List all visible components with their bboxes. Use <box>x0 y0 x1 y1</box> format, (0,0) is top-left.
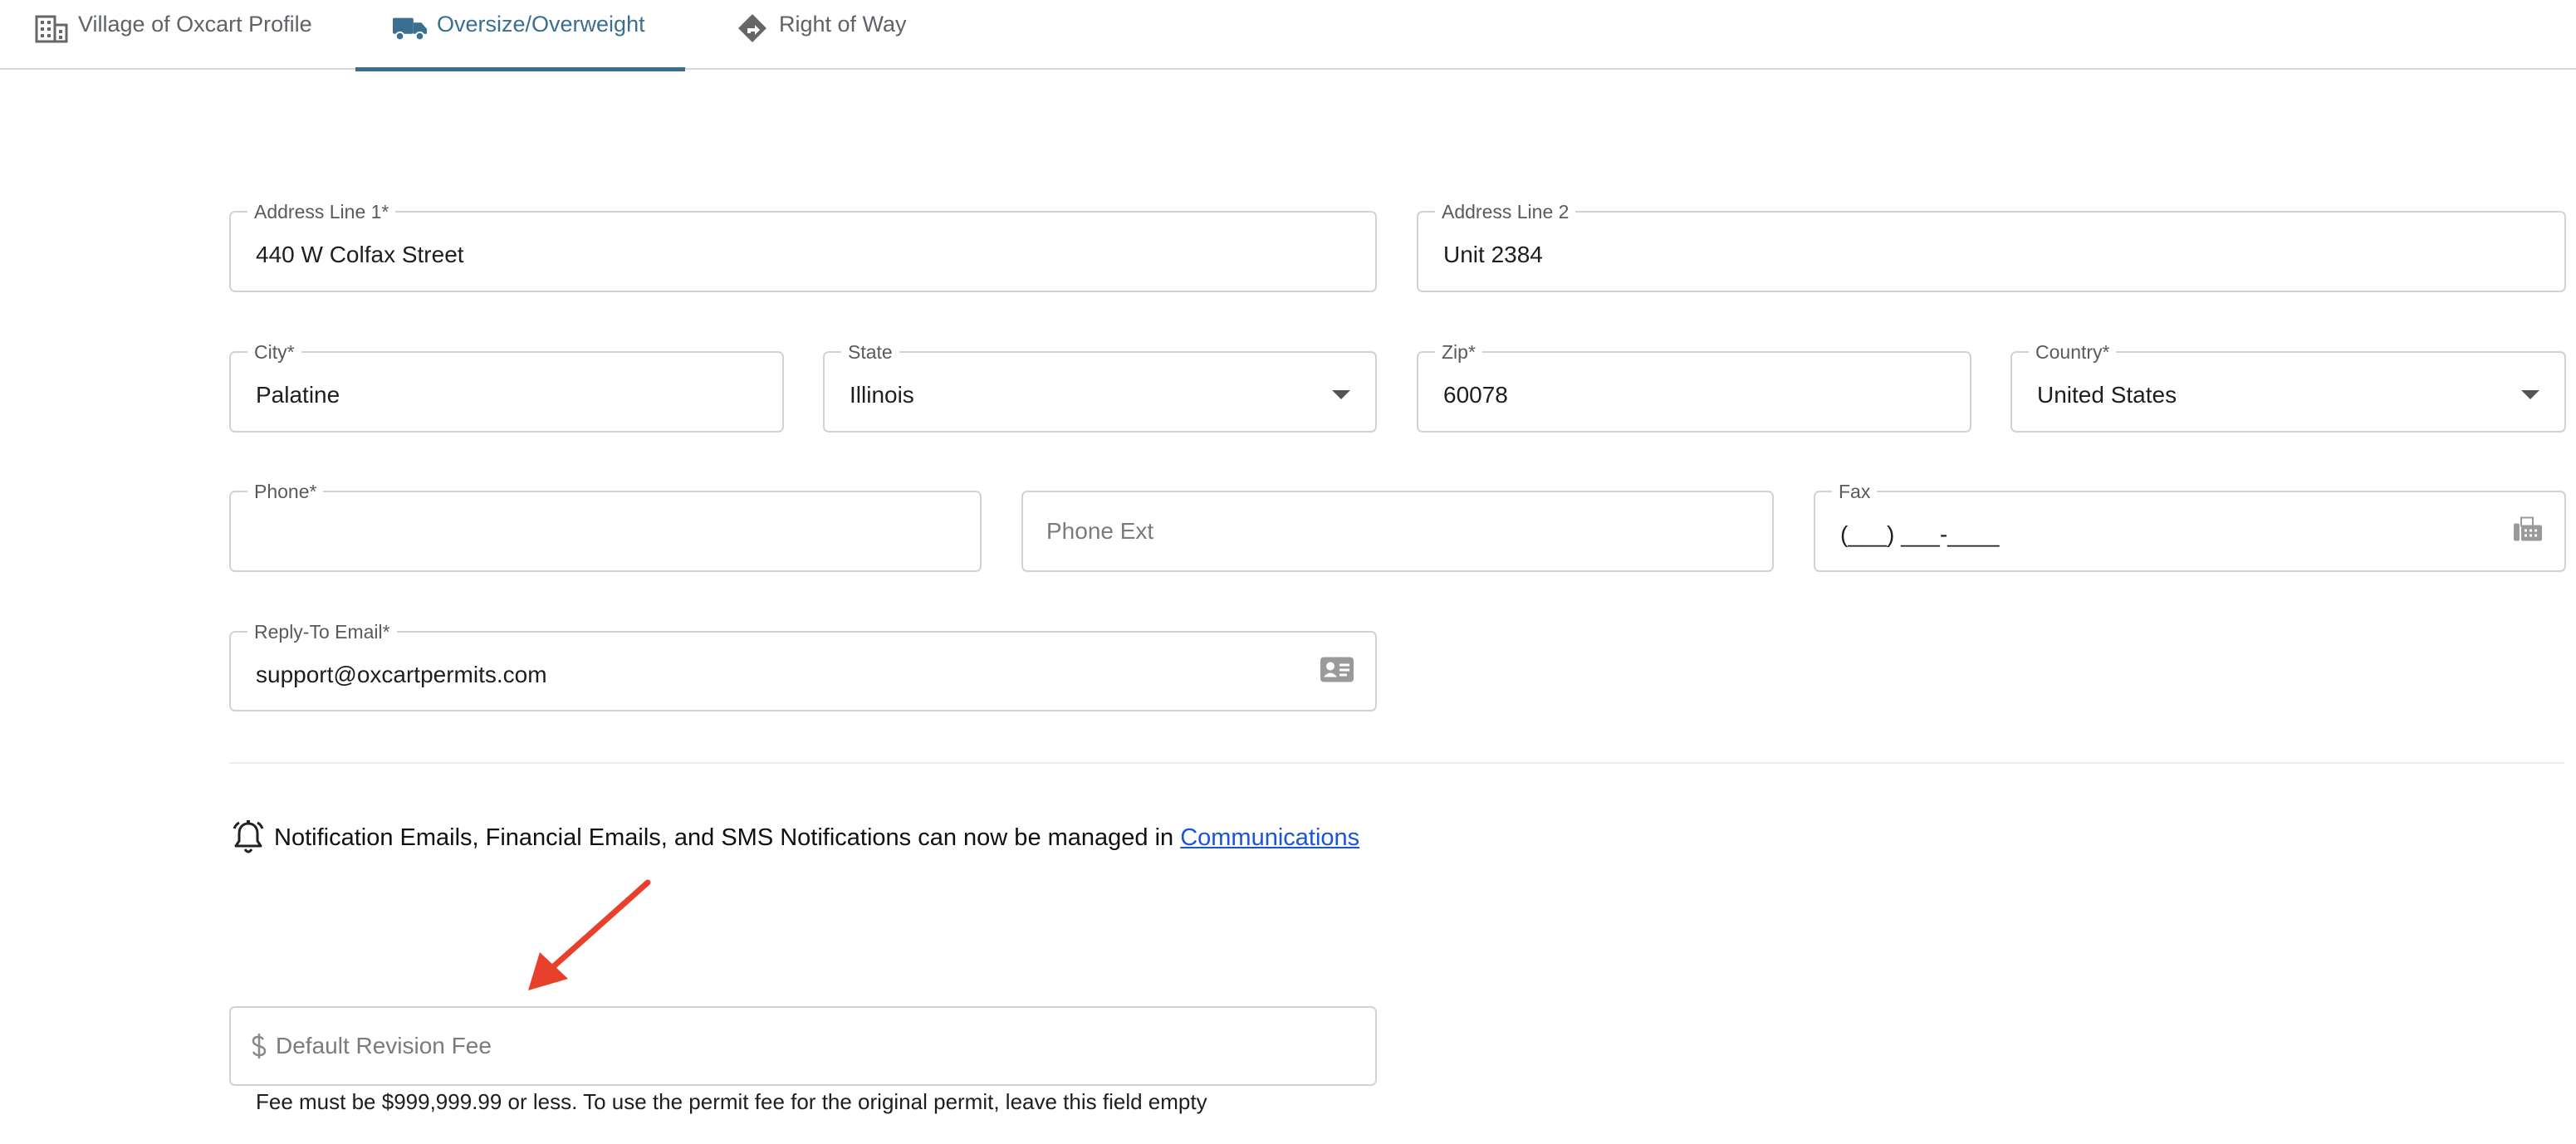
field-value: 60078 <box>1443 382 1508 408</box>
zip-field[interactable]: Zip* 60078 <box>1417 341 1971 433</box>
tab-label: Right of Way <box>779 12 907 37</box>
default-revision-fee-field[interactable]: Default Revision Fee <box>229 1006 1377 1086</box>
state-select[interactable]: State Illinois <box>823 341 1377 433</box>
fax-icon <box>2513 516 2543 546</box>
chevron-down-icon <box>1332 390 1350 399</box>
building-icon <box>33 12 70 45</box>
country-select[interactable]: Country* United States <box>2010 341 2566 433</box>
contact-card-icon <box>1320 657 1354 686</box>
tab-bar: Village of Oxcart Profile Oversize/Overw… <box>0 0 2576 71</box>
field-value: Illinois <box>850 382 914 408</box>
tab-oversize-overweight[interactable]: Oversize/Overweight <box>355 0 685 71</box>
field-value: Palatine <box>256 382 340 408</box>
chevron-down-icon <box>2521 390 2539 399</box>
field-value: support@oxcartpermits.com <box>256 661 547 687</box>
address-line-2-field[interactable]: Address Line 2 Unit 2384 <box>1417 201 2566 292</box>
dollar-icon <box>251 1008 267 1084</box>
city-field[interactable]: City* Palatine <box>229 341 784 433</box>
field-placeholder: Phone Ext <box>1046 518 1154 544</box>
reply-to-email-field[interactable]: Reply-To Email* support@oxcartpermits.co… <box>229 621 1377 711</box>
phone-ext-field[interactable]: Phone Ext <box>1021 491 1774 572</box>
field-value: Unit 2384 <box>1443 242 1543 267</box>
phone-field[interactable]: Phone* <box>229 481 982 572</box>
address-line-1-field[interactable]: Address Line 1* 440 W Colfax Street <box>229 201 1377 292</box>
section-divider <box>229 762 2564 764</box>
field-value: (___) ___-____ <box>1840 521 2000 547</box>
tab-label: Village of Oxcart Profile <box>78 12 312 37</box>
field-value: United States <box>2037 382 2177 408</box>
field-placeholder: Default Revision Fee <box>276 1033 492 1058</box>
communications-link[interactable]: Communications <box>1180 824 1359 852</box>
bell-icon <box>229 819 267 857</box>
communications-notice: Notification Emails, Financial Emails, a… <box>229 819 1359 857</box>
annotation-arrow-icon <box>528 879 651 990</box>
field-value: 440 W Colfax Street <box>256 242 464 267</box>
tab-label: Oversize/Overweight <box>437 12 645 37</box>
field-label: Phone* <box>247 481 324 502</box>
road-sign-icon <box>734 12 771 45</box>
tab-right-of-way[interactable]: Right of Way <box>734 0 907 70</box>
tab-village-profile[interactable]: Village of Oxcart Profile <box>33 0 312 70</box>
notice-text: Notification Emails, Financial Emails, a… <box>274 824 1174 851</box>
truck-icon <box>392 12 429 45</box>
revision-fee-help-text: Fee must be $999,999.99 or less. To use … <box>256 1089 1207 1114</box>
fax-field[interactable]: Fax (___) ___-____ <box>1814 481 2566 572</box>
